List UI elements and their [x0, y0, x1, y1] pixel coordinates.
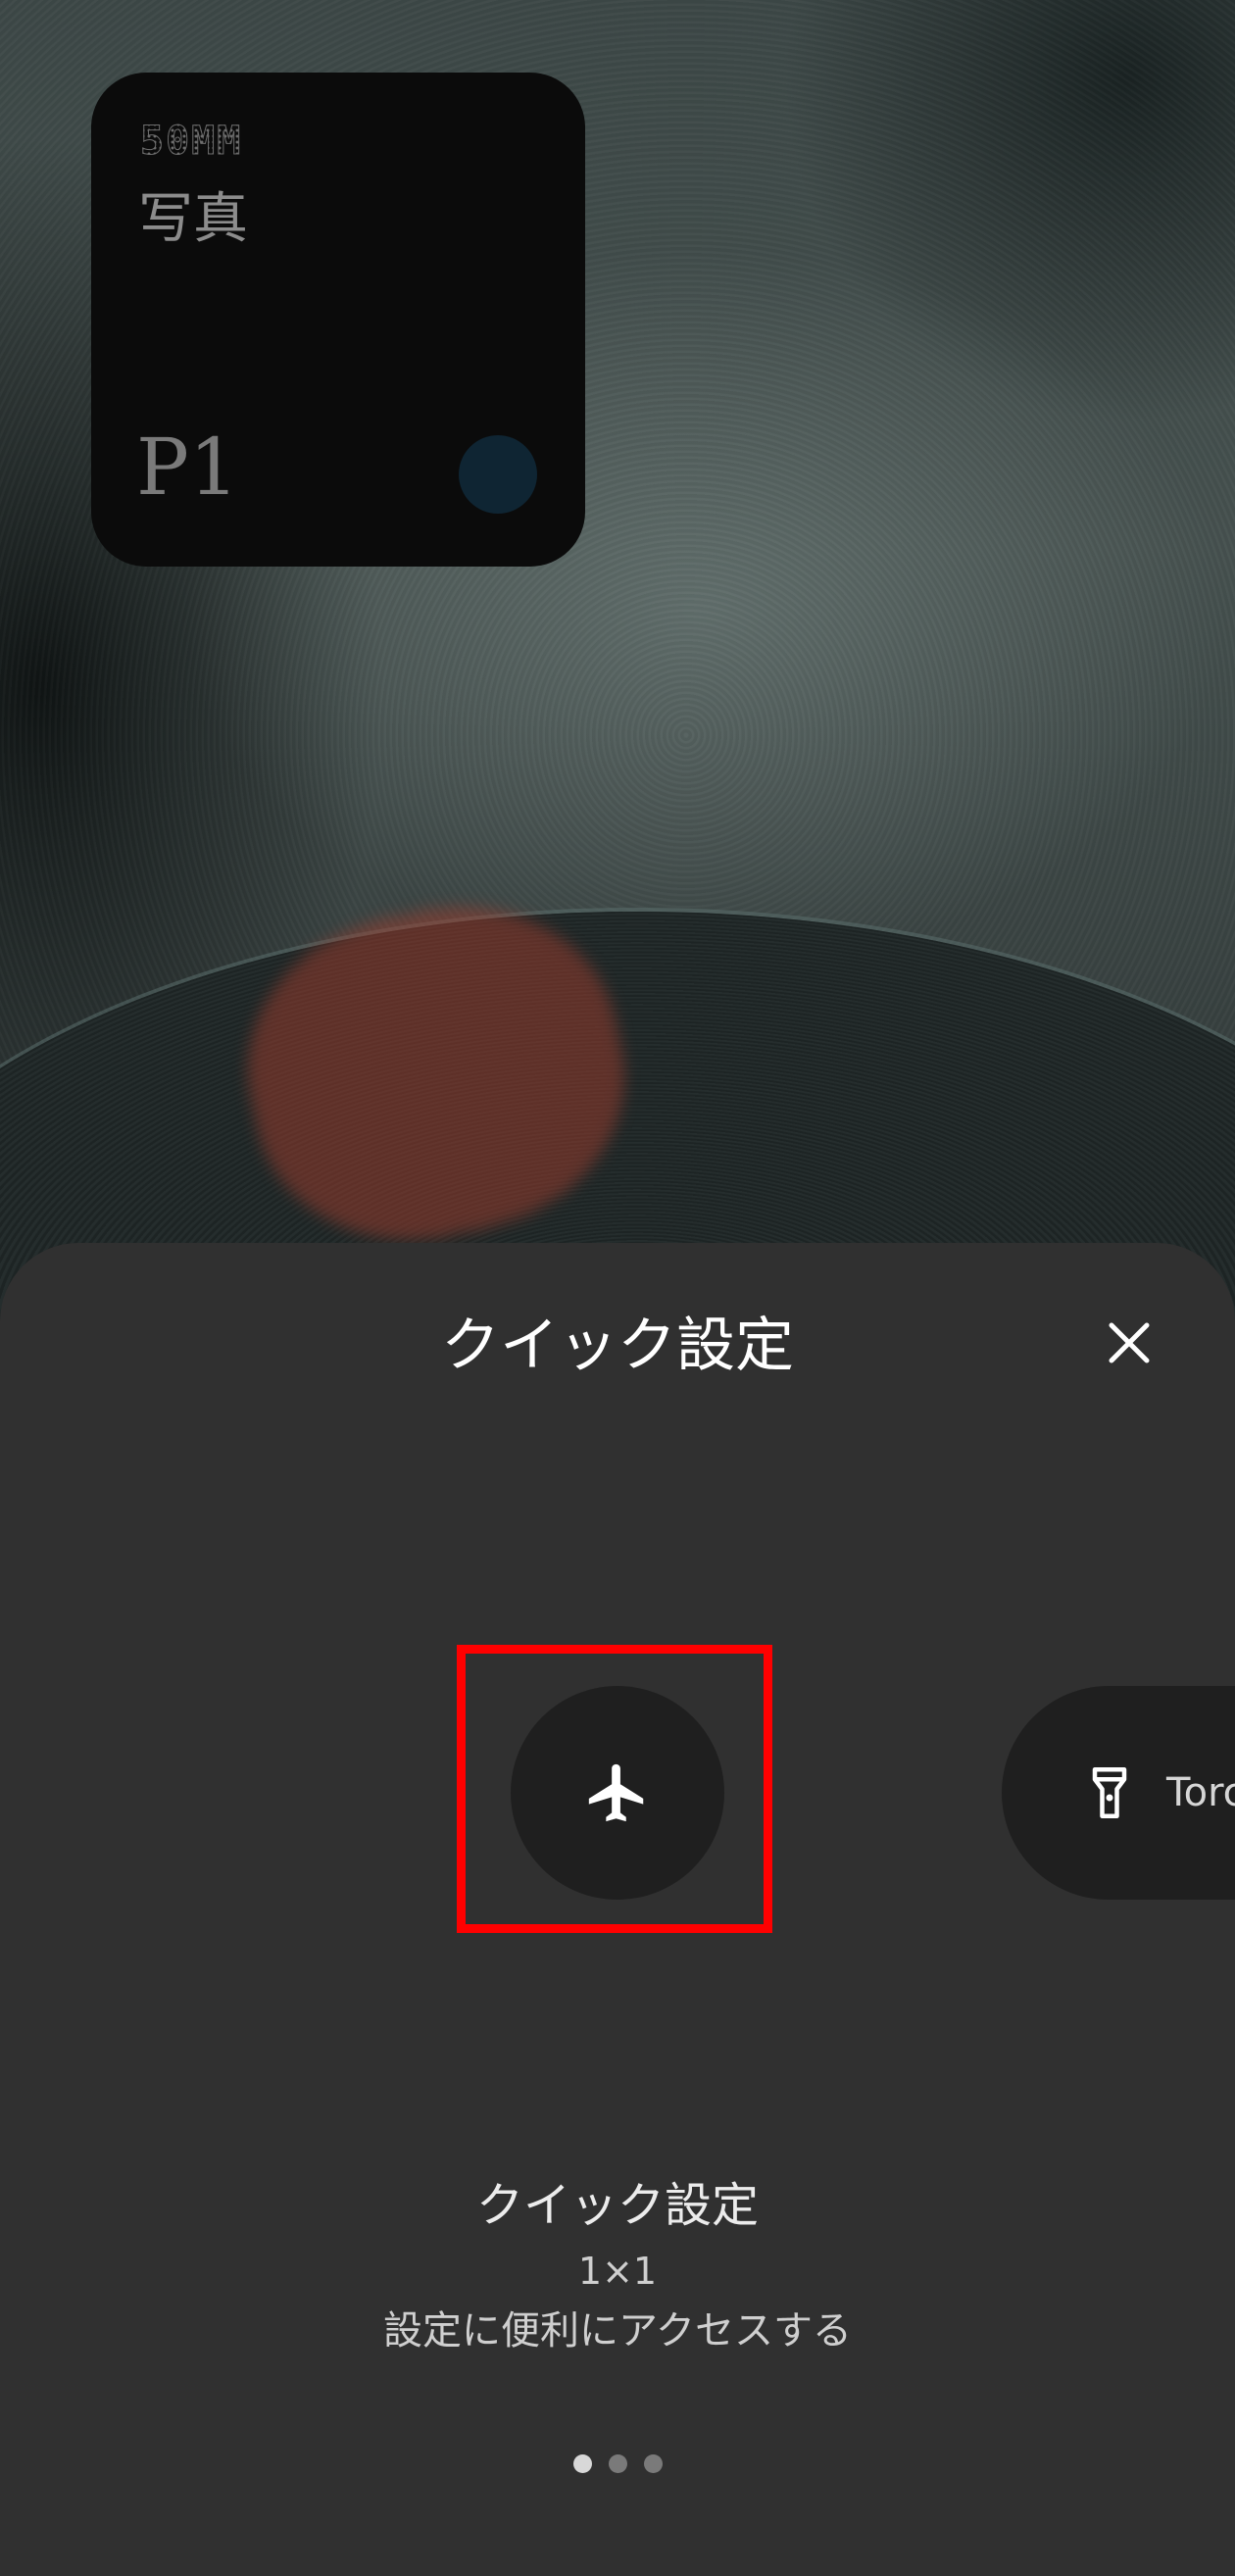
close-button[interactable]	[1090, 1304, 1168, 1382]
screen: 50MM 写真 P1 クイック設定 Torc クイック設定 1×1 設定に便利に…	[0, 0, 1235, 2576]
widget-description: 設定に便利にアクセスする	[383, 2308, 852, 2353]
quick-settings-sheet: クイック設定 Torc クイック設定 1×1 設定に便利にアクセスする	[0, 1243, 1235, 2576]
flashlight-icon	[1080, 1763, 1139, 1822]
sheet-title: クイック設定	[441, 1312, 794, 1380]
widget-page-label: P1	[136, 421, 239, 513]
widget-name: クイック設定	[475, 2178, 759, 2233]
torch-tile[interactable]: Torc	[1002, 1686, 1235, 1900]
torch-label: Torc	[1166, 1770, 1235, 1815]
close-icon	[1109, 1322, 1150, 1363]
page-dot[interactable]	[643, 2454, 663, 2473]
photo-widget[interactable]: 50MM 写真 P1	[91, 73, 585, 567]
page-dot[interactable]	[572, 2454, 592, 2473]
page-dot[interactable]	[608, 2454, 627, 2473]
widget-logo: 50MM	[139, 119, 243, 164]
widget-indicator-dot	[459, 435, 537, 514]
widget-size: 1×1	[577, 2250, 658, 2293]
selection-highlight	[457, 1645, 772, 1933]
page-indicator	[0, 2454, 1235, 2474]
widget-title: 写真	[138, 187, 248, 251]
